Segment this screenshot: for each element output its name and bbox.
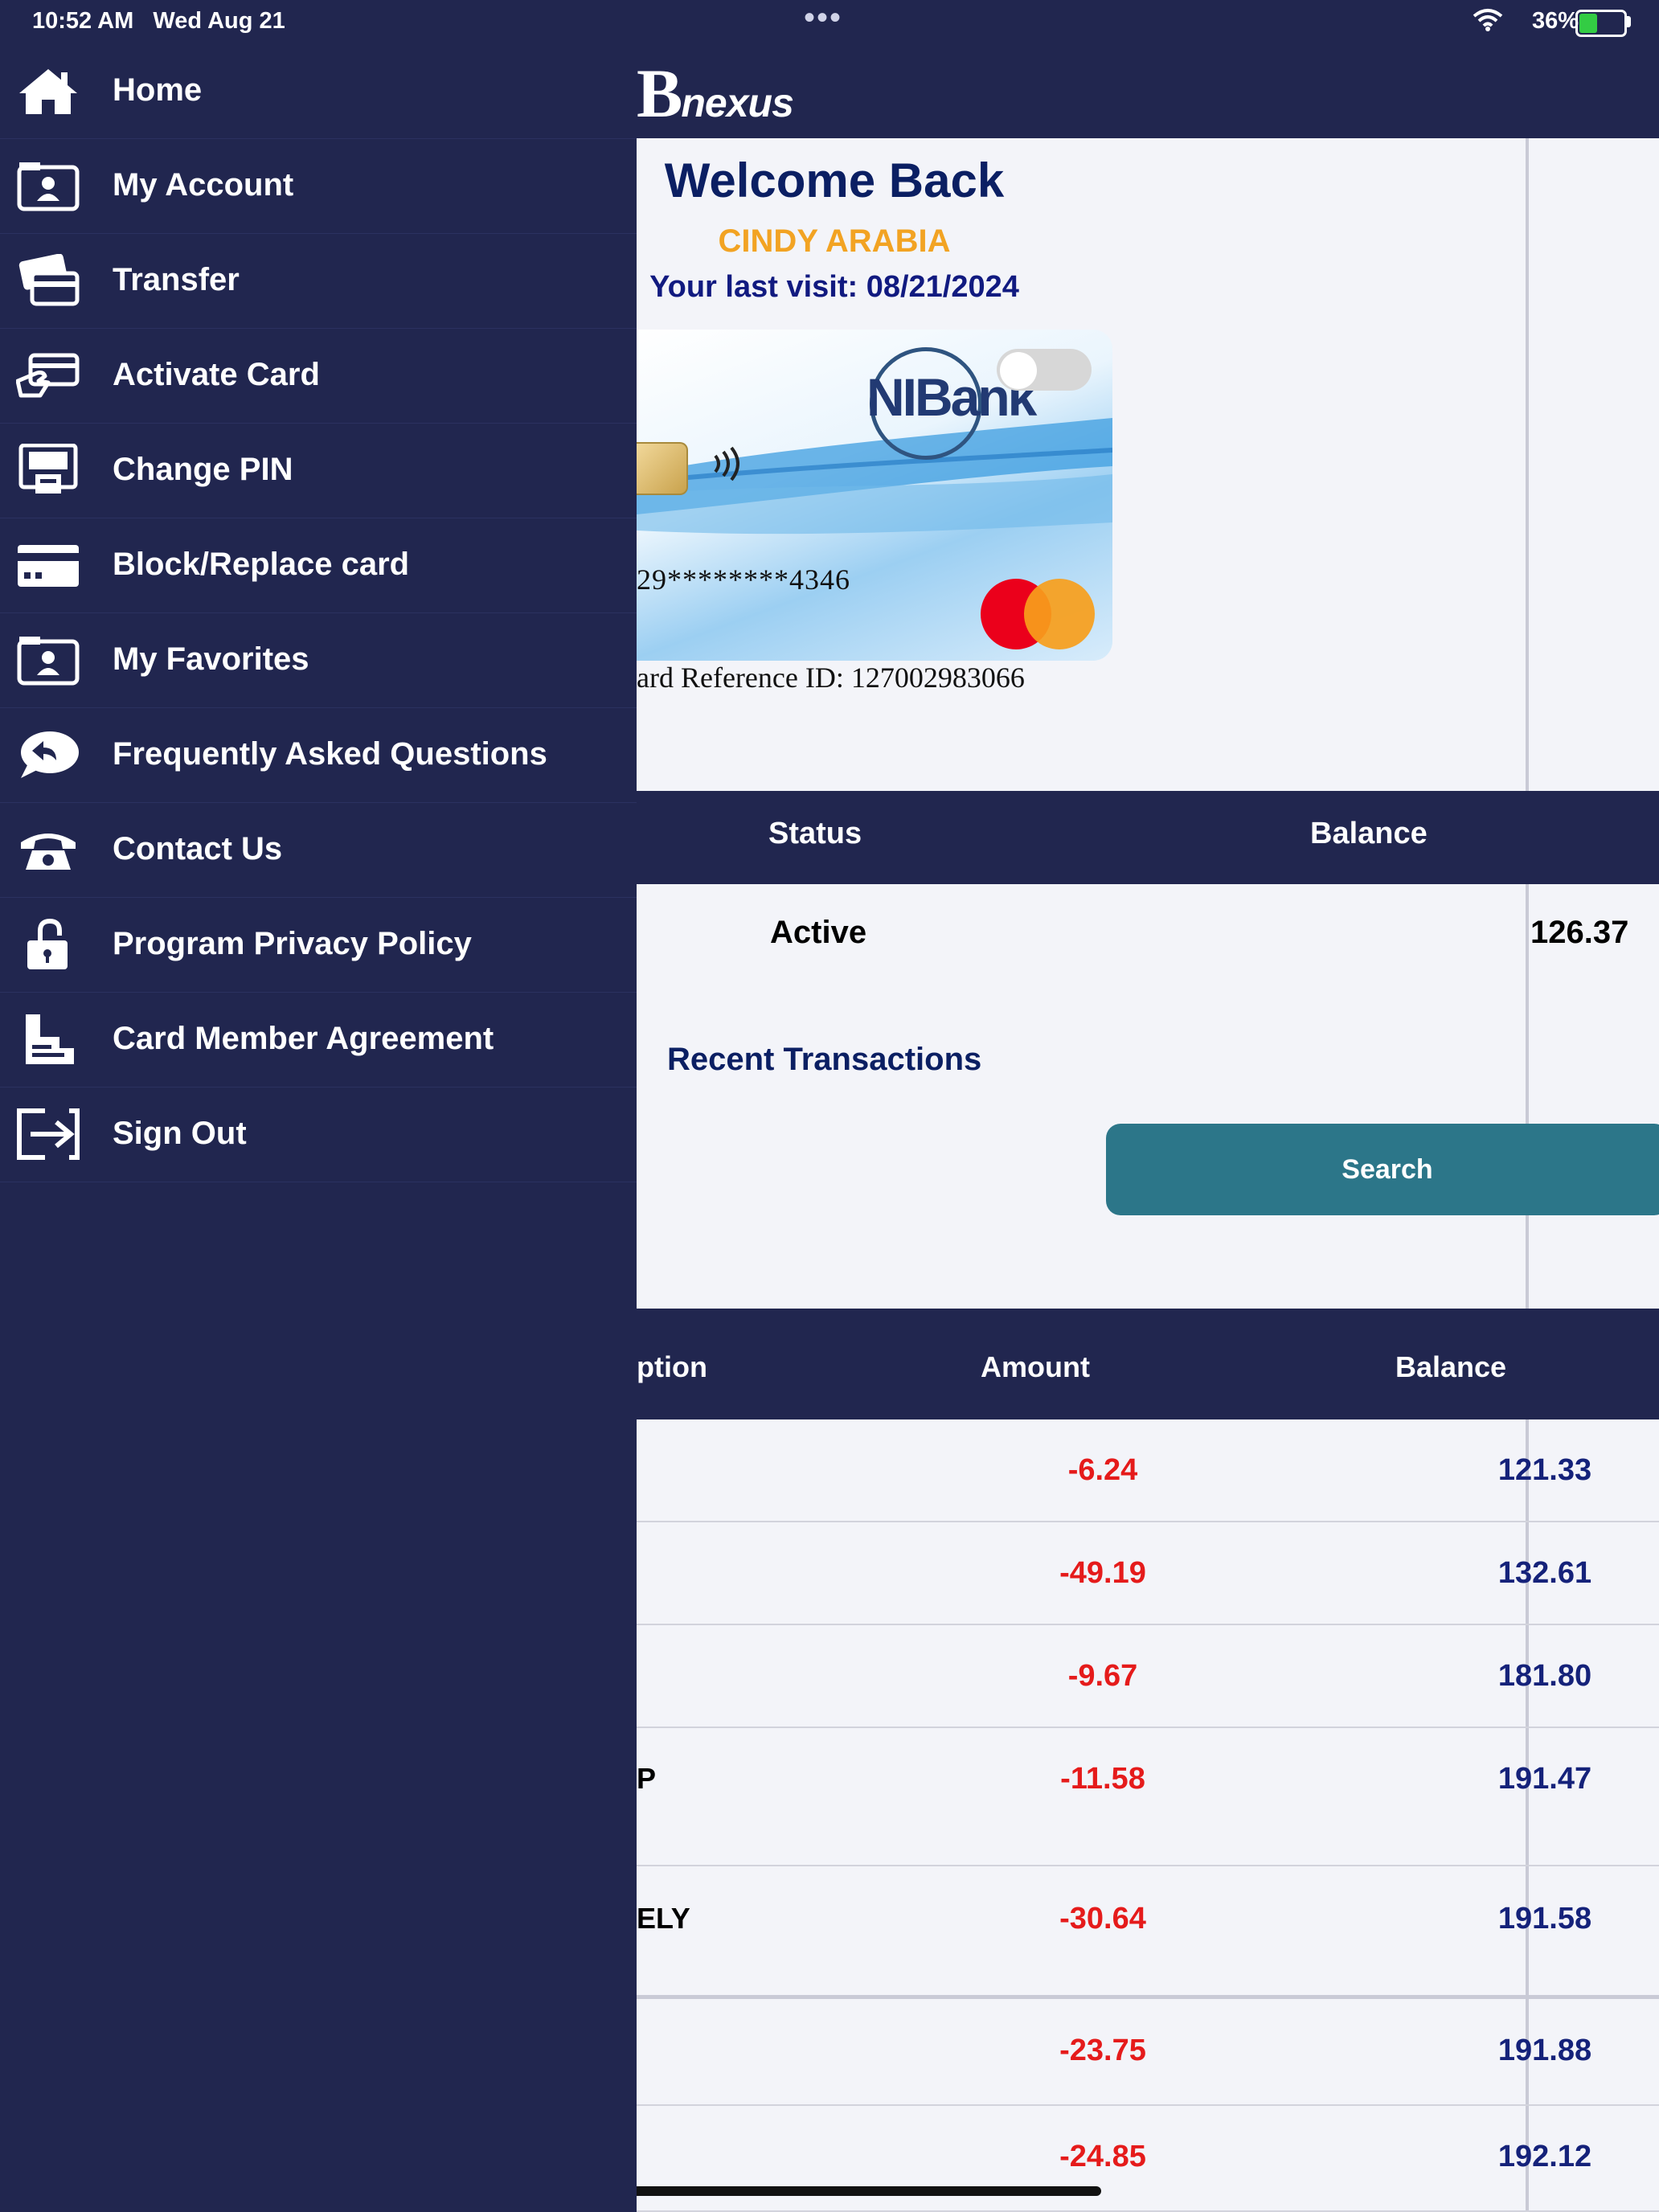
mastercard-logo-orange (1024, 579, 1095, 649)
telephone-icon (21, 834, 76, 870)
account-balance: 126.37 (1530, 915, 1629, 950)
menu-item-faq[interactable]: Frequently Asked Questions (0, 707, 637, 803)
home-icon (19, 69, 77, 114)
transaction-amount: -11.58 (1060, 1762, 1145, 1796)
transaction-balance: 191.58 (1497, 1902, 1592, 1936)
description-column-header: ption (637, 1350, 707, 1383)
lock-icon (27, 918, 68, 969)
wifi-icon (1473, 9, 1503, 31)
last-visit: Your last visit: 08/21/2024 (649, 270, 1019, 304)
menu-label: Contact Us (113, 831, 283, 866)
menu-item-my-favorites[interactable]: My Favorites (0, 612, 637, 708)
credit-card-icon (18, 545, 79, 587)
transaction-description: P (637, 1762, 657, 1795)
chat-reply-icon (21, 731, 79, 778)
menu-item-transfer[interactable]: Transfer (0, 233, 637, 329)
transaction-amount: -24.85 (1059, 2140, 1146, 2173)
transaction-description: ELY (637, 1902, 690, 1935)
balance-header: Balance (1310, 817, 1428, 850)
atm-icon (18, 444, 78, 494)
menu-item-card-member-agreement[interactable]: Card Member Agreement (0, 992, 637, 1088)
menu-label: Program Privacy Policy (113, 926, 472, 961)
contactless-icon (707, 444, 748, 493)
status-time: 10:52 AM Wed Aug 21 (32, 8, 285, 34)
transaction-balance: 132.61 (1497, 1556, 1592, 1590)
transaction-balance: 192.12 (1497, 2140, 1592, 2173)
card-image: NIBank 29********4346 (637, 330, 1112, 661)
menu-label: Block/Replace card (113, 547, 410, 582)
menu-label: Sign Out (113, 1116, 247, 1151)
transfer-cards-icon (18, 254, 80, 306)
menu-label: Change PIN (113, 452, 293, 487)
menu-label: Transfer (113, 262, 240, 297)
card-number: 29********4346 (637, 563, 850, 596)
transaction-row[interactable]: P -11.58 191.47 (637, 1728, 1659, 1866)
transaction-row[interactable]: -6.24 121.33 (637, 1419, 1659, 1522)
battery-terminal (1627, 16, 1631, 27)
menu-item-activate-card[interactable]: Activate Card (0, 328, 637, 424)
menu-label: My Favorites (113, 641, 309, 677)
menu-item-privacy-policy[interactable]: Program Privacy Policy (0, 897, 637, 993)
transaction-amount: -23.75 (1059, 2034, 1146, 2067)
id-card-icon (17, 162, 80, 211)
transaction-amount: -49.19 (1059, 1556, 1146, 1590)
welcome-title: Welcome Back (664, 154, 1005, 207)
menu-label: Activate Card (113, 357, 320, 392)
chip-icon (637, 442, 688, 495)
menu-item-change-pin[interactable]: Change PIN (0, 423, 637, 518)
side-menu-drawer: Home My Account Transfer Activate Card C… (0, 43, 637, 2212)
balance-column-header: Balance (1395, 1350, 1507, 1383)
transaction-balance: 191.88 (1497, 2034, 1592, 2067)
recent-transactions-title: Recent Transactions (667, 1042, 982, 1077)
transaction-row[interactable]: -23.75 191.88 (637, 2000, 1659, 2106)
card-hand-icon (16, 353, 80, 398)
menu-label: My Account (113, 167, 294, 203)
transaction-amount: -6.24 (1067, 1453, 1138, 1487)
menu-label: Frequently Asked Questions (113, 736, 547, 772)
card-toggle-knob (1000, 352, 1037, 389)
amount-column-header: Amount (981, 1350, 1090, 1383)
search-button[interactable]: Search (1106, 1124, 1659, 1215)
menu-item-home[interactable]: Home (0, 43, 637, 139)
transaction-row[interactable]: -24.85 192.12 (637, 2106, 1659, 2212)
menu-label: Home (113, 72, 203, 108)
menu-label: Card Member Agreement (113, 1021, 494, 1056)
account-status: Active (770, 915, 867, 950)
transaction-amount: -9.67 (1067, 1659, 1138, 1693)
transaction-balance: 121.33 (1497, 1453, 1592, 1487)
transaction-balance: 191.47 (1497, 1762, 1592, 1796)
transaction-row[interactable]: -9.67 181.80 (637, 1625, 1659, 1728)
card-reference-id: ard Reference ID: 127002983066 (637, 662, 1025, 694)
menu-item-block-replace-card[interactable]: Block/Replace card (0, 518, 637, 613)
menu-item-sign-out[interactable]: Sign Out (0, 1087, 637, 1182)
app-logo: Bnexus (637, 55, 794, 132)
transaction-amount: -30.64 (1059, 1902, 1146, 1936)
menu-item-contact-us[interactable]: Contact Us (0, 802, 637, 898)
battery-percentage: 36% (1532, 8, 1579, 34)
menu-item-my-account[interactable]: My Account (0, 138, 637, 234)
favorites-folder-icon (17, 637, 80, 686)
sign-out-icon (17, 1108, 80, 1160)
user-name: CINDY ARABIA (718, 223, 951, 259)
home-indicator[interactable] (558, 2186, 1101, 2196)
transaction-row[interactable]: ELY -30.64 191.58 (637, 1866, 1659, 1999)
battery-level-fill (1579, 14, 1597, 33)
status-header: Status (768, 817, 862, 850)
transaction-row[interactable]: -49.19 132.61 (637, 1522, 1659, 1625)
multitasking-dots-icon[interactable]: ••• (804, 0, 842, 36)
agreement-document-icon (26, 1014, 74, 1064)
transaction-balance: 181.80 (1497, 1659, 1592, 1693)
